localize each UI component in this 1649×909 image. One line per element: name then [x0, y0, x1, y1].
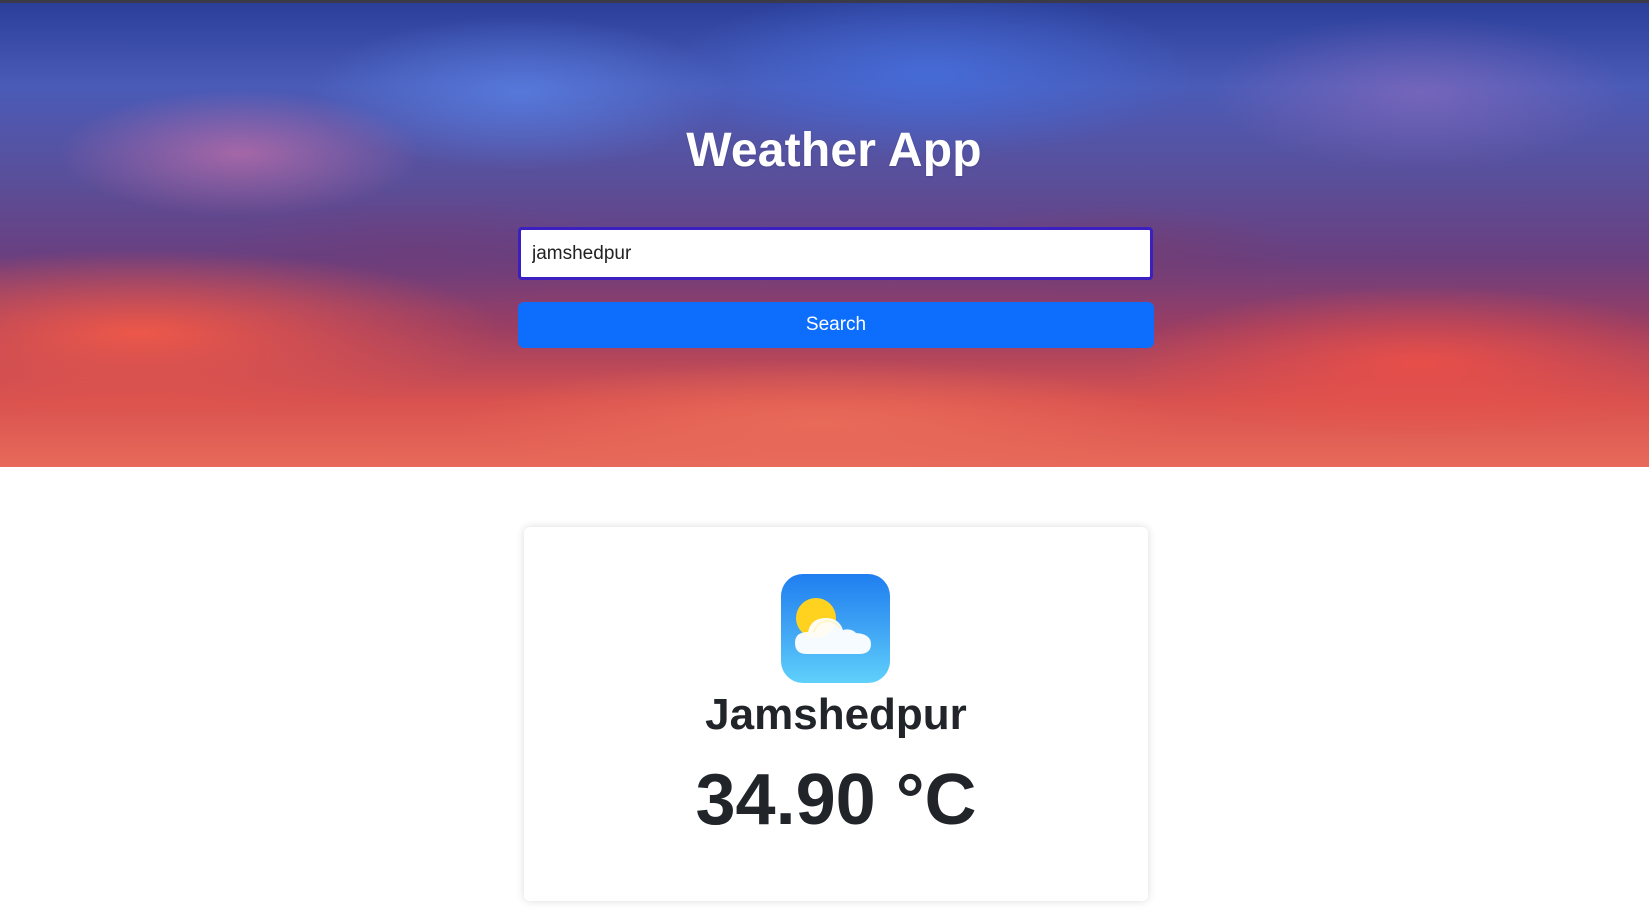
city-name: Jamshedpur: [705, 690, 967, 739]
partly-cloudy-icon: [781, 574, 890, 683]
temperature-value: 34.90 °C: [695, 760, 977, 840]
weather-card: Jamshedpur 34.90 °C: [524, 527, 1148, 901]
city-search-input[interactable]: [518, 227, 1153, 280]
hero-banner: Weather App Search: [0, 3, 1649, 467]
page-title: Weather App: [686, 124, 982, 177]
search-button[interactable]: Search: [518, 302, 1154, 348]
